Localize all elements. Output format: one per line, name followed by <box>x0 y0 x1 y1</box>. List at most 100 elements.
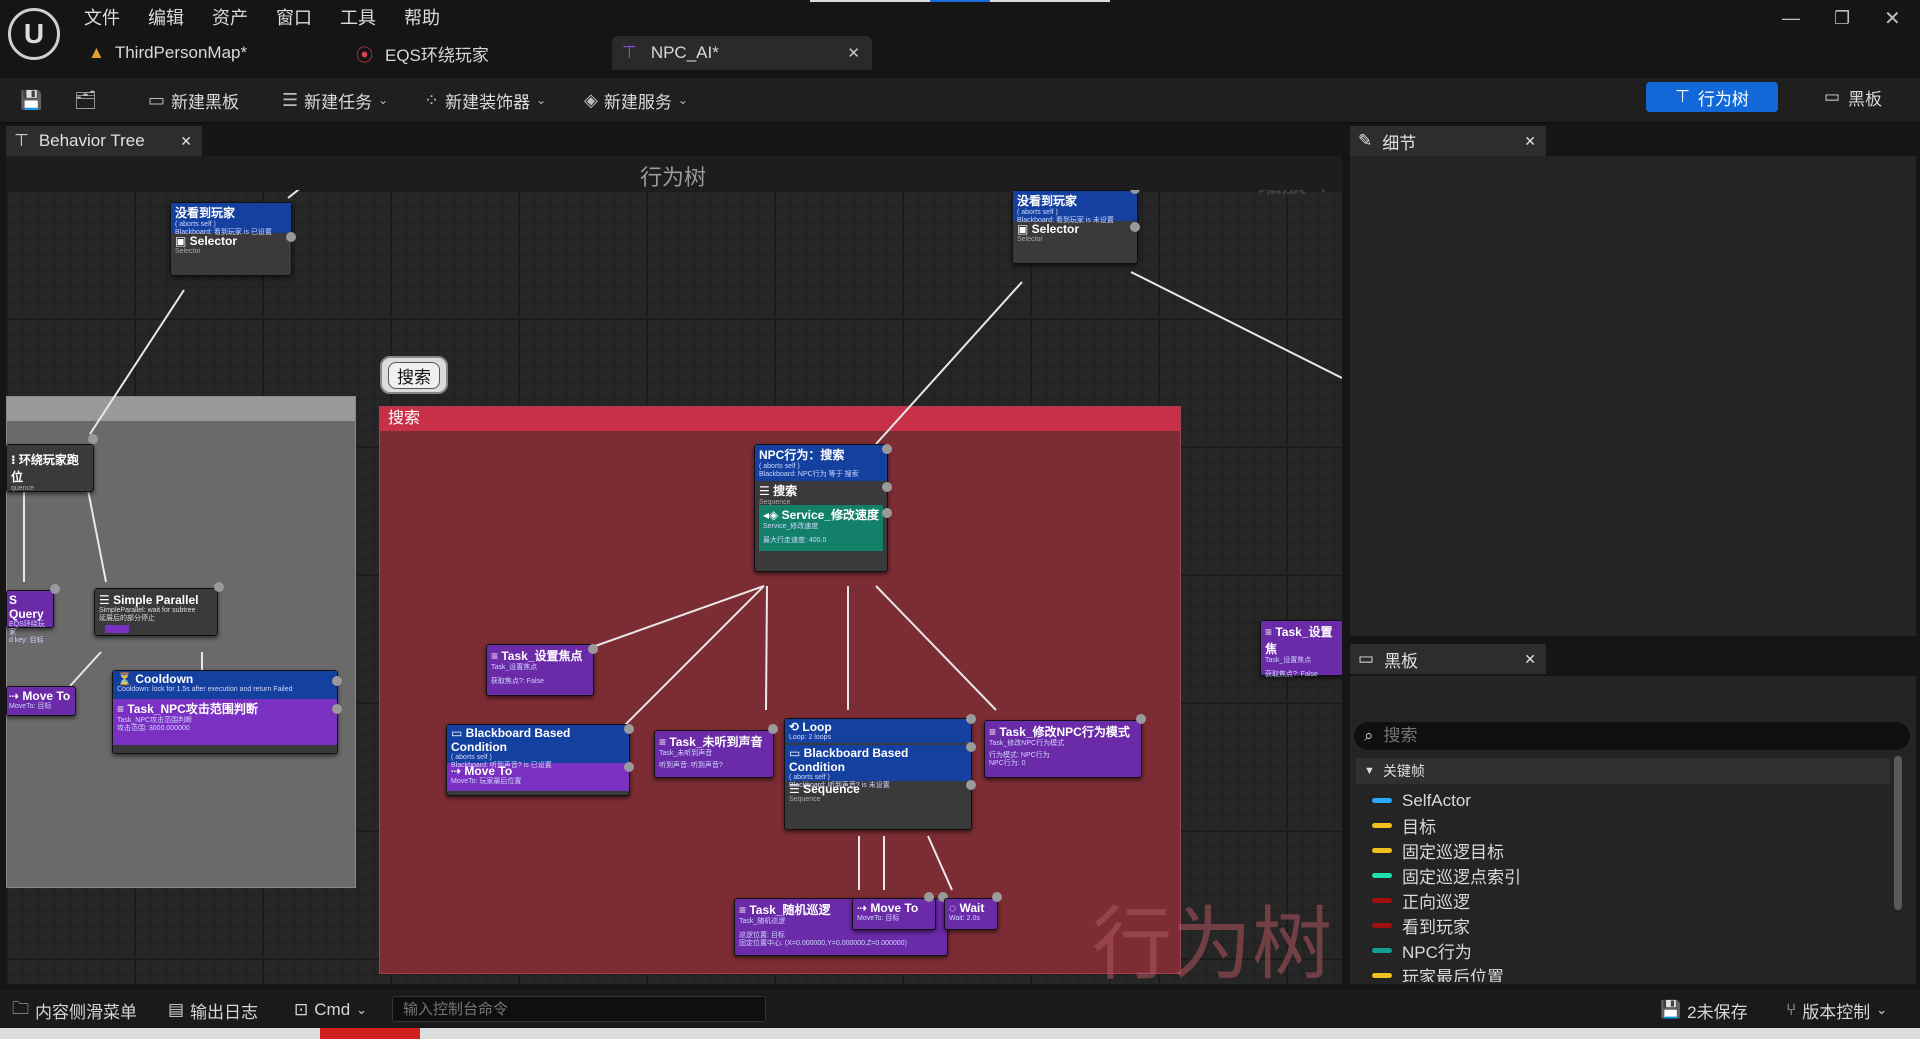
node-pin[interactable] <box>50 584 60 594</box>
node-pin[interactable] <box>1136 714 1146 724</box>
node-move-to-target[interactable]: ⇢ Move To MoveTo: 目标 <box>852 898 936 930</box>
mode-behavior-tree-button[interactable]: ⊤ 行为树 <box>1646 82 1778 112</box>
new-blackboard-button[interactable]: ▭ 新建黑板 <box>148 86 239 114</box>
node-pin[interactable] <box>966 780 976 790</box>
menu-tools[interactable]: 工具 <box>340 4 376 30</box>
node-selector-not-see-player-right[interactable]: 没看到玩家 ( aborts self ) Blackboard: 看到玩家 i… <box>1012 190 1138 264</box>
node-pin[interactable] <box>588 644 598 654</box>
blackboard-search-input[interactable] <box>1381 725 1866 747</box>
terminal-icon: ⊡ <box>294 1000 309 1019</box>
unreal-logo-icon[interactable]: U <box>8 8 60 60</box>
mode-blackboard-button[interactable]: ▭ 黑板 <box>1808 82 1898 112</box>
cmd-selector[interactable]: ⊡ Cmd ⌄ <box>294 997 367 1023</box>
node-move-to-left[interactable]: ⇢ Move To MoveTo: 目标 <box>6 686 76 716</box>
close-panel-icon[interactable]: ✕ <box>1524 651 1536 668</box>
node-pin[interactable] <box>624 762 634 772</box>
new-service-button[interactable]: ◈ 新建服务 ⌄ <box>584 86 688 114</box>
node-sub: Selector <box>175 248 201 255</box>
blackboard-key[interactable]: 固定巡逻目标 <box>1372 838 1872 863</box>
blackboard-key[interactable]: NPC行为 <box>1372 938 1872 963</box>
menu-window[interactable]: 窗口 <box>276 4 312 30</box>
node-title: Task_NPC攻击范围判断 <box>127 702 258 716</box>
node-pin[interactable] <box>332 704 342 714</box>
close-tab-icon[interactable]: ✕ <box>847 44 860 62</box>
node-pin[interactable] <box>214 582 224 592</box>
node-pin[interactable] <box>882 482 892 492</box>
node-task-set-focus-right[interactable]: ≡ Task_设置焦 Task_设置焦点 获取焦点?: False <box>1260 620 1342 678</box>
source-control-label: 版本控制 <box>1802 1002 1871 1022</box>
node-sequence-search[interactable]: NPC行为：搜索 ( aborts self ) Blackboard: NPC… <box>754 444 888 572</box>
node-pin[interactable] <box>882 444 892 454</box>
node-simple-parallel[interactable]: ☰ Simple Parallel SimpleParallel: wait f… <box>94 588 218 636</box>
console-command-input[interactable] <box>392 996 766 1022</box>
node-npc-attack-range[interactable]: ⏳ Cooldown Cooldown: lock for 1.5s after… <box>112 670 338 754</box>
minimize-icon[interactable]: — <box>1782 8 1800 29</box>
restore-icon[interactable]: ❐ <box>1834 8 1850 29</box>
blackboard-search-field[interactable]: ⌕ <box>1354 722 1910 750</box>
node-move-to-last-position[interactable]: ▭ Blackboard Based Condition ( aborts se… <box>446 724 630 796</box>
node-pin[interactable] <box>992 892 1002 902</box>
new-decorator-button[interactable]: ⁘ 新建装饰器 ⌄ <box>424 86 546 114</box>
node-wait[interactable]: ◌ Wait Wait: 2.0s <box>944 898 998 930</box>
blackboard-key[interactable]: 目标 <box>1372 813 1872 838</box>
menu-edit[interactable]: 编辑 <box>148 4 184 30</box>
blackboard-key[interactable]: SelfActor <box>1372 788 1872 813</box>
node-pin[interactable] <box>768 724 778 734</box>
close-panel-icon[interactable]: ✕ <box>180 133 192 150</box>
blackboard-category-row[interactable]: ▼ 关键帧 <box>1356 758 1890 784</box>
close-window-icon[interactable]: ✕ <box>1884 6 1901 31</box>
decorator-blackboard-condition[interactable]: ▭ Blackboard Based Condition ( aborts se… <box>785 745 971 789</box>
unsaved-button[interactable]: 💾 2未保存 <box>1660 997 1748 1023</box>
decorator-not-see-player[interactable]: 没看到玩家 ( aborts self ) Blackboard: 看到玩家 i… <box>171 203 291 236</box>
new-task-button[interactable]: ☰ 新建任务 ⌄ <box>282 86 388 114</box>
behavior-tree-panel-tab[interactable]: ⊤ Behavior Tree ✕ <box>6 126 202 156</box>
node-selector-not-see-player-left[interactable]: 没看到玩家 ( aborts self ) Blackboard: 看到玩家 i… <box>170 202 292 276</box>
decorator-cooldown[interactable]: ⏳ Cooldown Cooldown: lock for 1.5s after… <box>113 671 337 699</box>
taskbar-app-icon[interactable] <box>320 1028 420 1039</box>
node-task-not-hear-sound[interactable]: ≡ Task_未听到声音 Task_未听到声音 听到声音: 听到声音? <box>654 730 774 778</box>
tab-eqs[interactable]: ⦿ EQS环绕玩家 <box>356 36 596 70</box>
blackboard-key[interactable]: 固定巡逻点索引 <box>1372 863 1872 888</box>
decorator-npc-behavior-search[interactable]: NPC行为：搜索 ( aborts self ) Blackboard: NPC… <box>755 445 887 481</box>
blackboard-key[interactable]: 正向巡逻 <box>1372 888 1872 913</box>
blackboard-scrollbar[interactable] <box>1894 756 1902 910</box>
graph-canvas[interactable]: 缩放-4 搜索 搜索 行为树 <box>6 190 1342 984</box>
node-eqs-query[interactable]: S Query EQS环绕玩家 d key: 目标 <box>6 590 54 644</box>
decorator-not-see-player[interactable]: 没看到玩家 ( aborts self ) Blackboard: 看到玩家 i… <box>1013 191 1137 224</box>
menu-file[interactable]: 文件 <box>84 4 120 30</box>
menu-asset[interactable]: 资产 <box>212 4 248 30</box>
close-panel-icon[interactable]: ✕ <box>1524 133 1536 150</box>
details-panel-body <box>1350 156 1916 636</box>
node-pin[interactable] <box>332 676 342 686</box>
node-sequence-orbit-player[interactable]: ⁝ 环绕玩家跑位 quence <box>6 444 94 492</box>
node-pin[interactable] <box>88 434 98 444</box>
node-pin[interactable] <box>882 508 892 518</box>
decorator-blackboard-condition[interactable]: ▭ Blackboard Based Condition ( aborts se… <box>447 725 629 769</box>
tab-npc-ai[interactable]: ⊤ NPC_AI* ✕ <box>612 36 872 70</box>
node-pin[interactable] <box>966 742 976 752</box>
output-log-button[interactable]: ▤ 输出日志 <box>168 997 258 1023</box>
node-task-modify-npc-behavior[interactable]: ≡ Task_修改NPC行为模式 Task_修改NPC行为模式 行为模式: NP… <box>984 720 1142 778</box>
save-icon[interactable]: 💾 <box>20 86 42 114</box>
blackboard-key[interactable]: 玩家最后位置 <box>1372 963 1872 982</box>
node-pin[interactable] <box>1130 222 1140 232</box>
node-sequence-loop[interactable]: ⟲ Loop Loop: 2 loops ▭ Blackboard Based … <box>784 718 972 830</box>
tab-label: NPC_AI* <box>650 43 719 62</box>
node-pin[interactable] <box>624 724 634 734</box>
node-pin[interactable] <box>966 714 976 724</box>
details-panel-tab[interactable]: ✎ 细节 ✕ <box>1350 126 1546 156</box>
node-pin[interactable] <box>286 232 296 242</box>
blackboard-panel-tab[interactable]: ▭ 黑板 ✕ <box>1350 644 1546 674</box>
tab-thirdpersonmap[interactable]: ▲ ThirdPersonMap* <box>88 36 338 70</box>
source-control-button[interactable]: ⑂ 版本控制 ⌄ <box>1786 997 1887 1023</box>
node-task-set-focus[interactable]: ≡ Task_设置焦点 Task_设置焦点 获取焦点?: False <box>486 644 594 696</box>
decorator-loop[interactable]: ⟲ Loop Loop: 2 loops <box>785 719 971 743</box>
node-sub: 听到声音: 听到声音? <box>659 762 723 769</box>
service-change-speed[interactable]: ◂◈ Service_修改速度 Service_修改速度 最大行走速度: 400… <box>759 505 883 551</box>
browse-icon[interactable]: 🗂 <box>74 86 97 114</box>
content-drawer-button[interactable]: 🗀 内容侧滑菜单 <box>12 997 137 1023</box>
blackboard-key[interactable]: 看到玩家 <box>1372 913 1872 938</box>
menu-help[interactable]: 帮助 <box>404 4 440 30</box>
node-pin[interactable] <box>924 892 934 902</box>
node-sub: MoveTo: 目标 <box>9 703 52 710</box>
